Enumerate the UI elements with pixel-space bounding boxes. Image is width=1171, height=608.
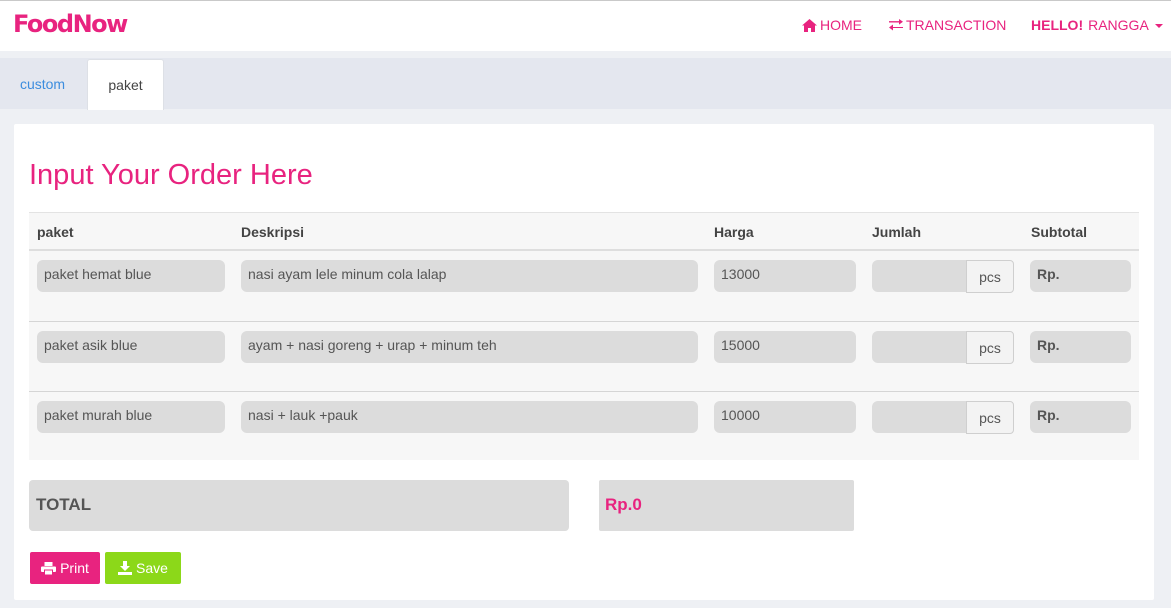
jumlah-input[interactable] (872, 401, 967, 433)
save-label: Save (136, 560, 168, 576)
unit-addon: pcs (966, 260, 1014, 293)
table-row: paket asik blue ayam + nasi goreng + ura… (29, 321, 1139, 391)
unit-addon: pcs (966, 331, 1014, 364)
print-label: Print (60, 560, 89, 576)
paket-field[interactable]: paket asik blue (37, 331, 225, 363)
deskripsi-field[interactable]: ayam + nasi goreng + urap + minum teh (241, 331, 698, 363)
total-label: TOTAL (29, 480, 569, 531)
subtotal-field[interactable]: Rp. (1030, 331, 1131, 363)
header-harga: Harga (714, 224, 754, 240)
caret-down-icon (1154, 24, 1163, 28)
header-paket: paket (37, 224, 74, 240)
order-table: paket Deskripsi Harga Jumlah Subtotal pa… (29, 212, 1139, 460)
subtotal-field[interactable]: Rp. (1030, 260, 1131, 292)
download-icon (118, 561, 133, 575)
subtotal-field[interactable]: Rp. (1030, 401, 1131, 433)
table-row: paket hemat blue nasi ayam lele minum co… (29, 251, 1139, 321)
tab-bar: custom paket (0, 58, 1171, 110)
home-icon (802, 18, 817, 32)
harga-field[interactable]: 15000 (714, 331, 856, 363)
harga-field[interactable]: 10000 (714, 401, 856, 433)
nav-home-link[interactable]: HOME (802, 17, 862, 33)
greeting-text: HELLO! (1031, 17, 1084, 33)
nav-transaction-link[interactable]: TRANSACTION (889, 17, 1006, 33)
order-panel: Input Your Order Here paket Deskripsi Ha… (14, 124, 1154, 600)
transfer-icon (889, 19, 903, 31)
deskripsi-field[interactable]: nasi + lauk +pauk (241, 401, 698, 433)
table-header: paket Deskripsi Harga Jumlah Subtotal (29, 213, 1139, 251)
header-deskripsi: Deskripsi (241, 224, 305, 240)
header-subtotal: Subtotal (1031, 224, 1087, 240)
harga-field[interactable]: 13000 (714, 260, 856, 292)
top-navbar: FoodNow HOME TRANSACTION HELLO! RANGGA (0, 0, 1171, 51)
paket-field[interactable]: paket murah blue (37, 401, 225, 433)
tab-paket[interactable]: paket (87, 59, 164, 110)
nav-transaction-label: TRANSACTION (906, 17, 1007, 33)
nav-home-label: HOME (820, 17, 862, 33)
deskripsi-field[interactable]: nasi ayam lele minum cola lalap (241, 260, 698, 292)
brand-logo[interactable]: FoodNow (13, 10, 128, 38)
print-button[interactable]: Print (30, 552, 100, 584)
page-title: Input Your Order Here (29, 159, 313, 191)
user-menu-dropdown[interactable]: HELLO! RANGGA (1031, 17, 1163, 33)
user-name: RANGGA (1088, 17, 1149, 33)
header-jumlah: Jumlah (872, 224, 922, 240)
unit-addon: pcs (966, 401, 1014, 434)
tab-custom[interactable]: custom (0, 58, 85, 109)
paket-field[interactable]: paket hemat blue (37, 260, 225, 292)
save-button[interactable]: Save (105, 552, 181, 584)
jumlah-input[interactable] (872, 331, 967, 363)
jumlah-input[interactable] (872, 260, 967, 292)
print-icon (41, 561, 57, 575)
table-row: paket murah blue nasi + lauk +pauk 10000… (29, 391, 1139, 461)
total-value: Rp.0 (599, 480, 854, 531)
